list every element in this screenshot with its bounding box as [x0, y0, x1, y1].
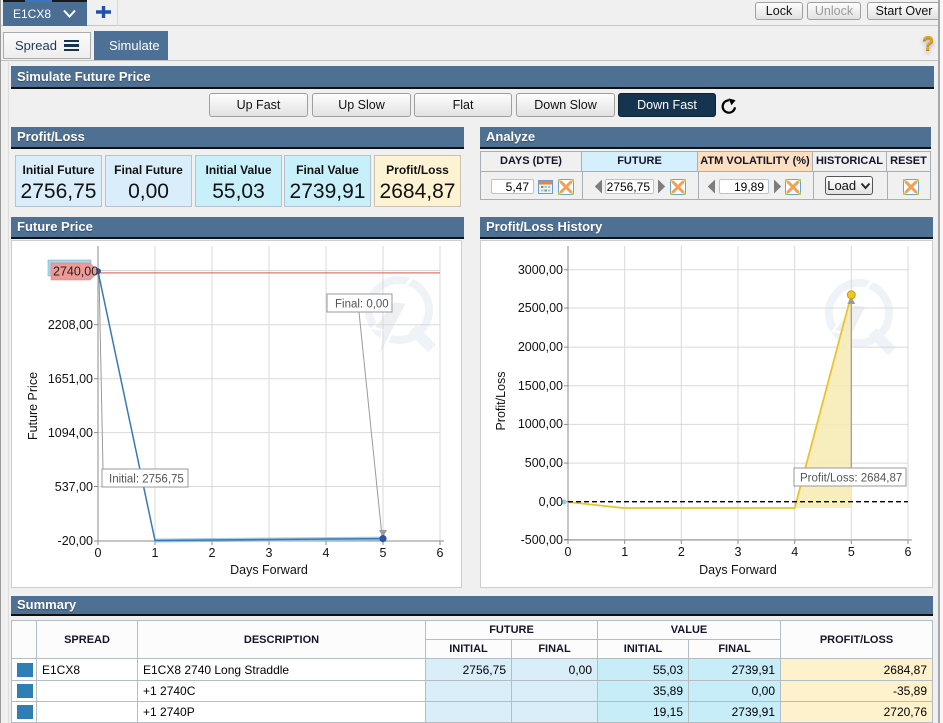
svg-text:1000,00: 1000,00 [518, 417, 563, 431]
svg-text:500,00: 500,00 [525, 456, 563, 470]
svg-text:Profit/Loss: Profit/Loss [494, 371, 508, 430]
svg-text:2208,00: 2208,00 [48, 318, 93, 332]
svg-text:2000,00: 2000,00 [518, 340, 563, 354]
svg-text:5: 5 [380, 546, 387, 560]
svg-text:Final: 0,00: Final: 0,00 [335, 299, 389, 311]
svg-text:3000,00: 3000,00 [518, 263, 563, 277]
svg-text:Profit/Loss: 2684,87: Profit/Loss: 2684,87 [800, 473, 902, 485]
svg-text:2740,00: 2740,00 [53, 265, 98, 279]
svg-text:2500,00: 2500,00 [518, 301, 563, 315]
svg-text:3: 3 [735, 545, 742, 559]
svg-text:-500,00: -500,00 [521, 533, 563, 547]
svg-text:0: 0 [95, 546, 102, 560]
svg-text:0: 0 [565, 545, 572, 559]
svg-text:537,00: 537,00 [55, 480, 93, 494]
svg-text:1500,00: 1500,00 [518, 379, 563, 393]
svg-text:Days Forward: Days Forward [699, 563, 777, 577]
svg-text:4: 4 [323, 546, 330, 560]
svg-text:5: 5 [848, 545, 855, 559]
svg-text:Days Forward: Days Forward [230, 563, 308, 577]
svg-text:-20,00: -20,00 [58, 534, 93, 548]
svg-text:6: 6 [905, 545, 912, 559]
svg-text:2: 2 [678, 545, 685, 559]
svg-text:1094,00: 1094,00 [48, 426, 93, 440]
svg-text:1: 1 [621, 545, 628, 559]
svg-text:Initial: 2756,75: Initial: 2756,75 [109, 474, 184, 486]
svg-text:3: 3 [266, 546, 273, 560]
svg-text:1651,00: 1651,00 [48, 372, 93, 386]
svg-text:2: 2 [209, 546, 216, 560]
svg-text:4: 4 [791, 545, 798, 559]
svg-text:0,00: 0,00 [539, 495, 563, 509]
svg-text:6: 6 [437, 546, 444, 560]
svg-text:1: 1 [152, 546, 159, 560]
svg-text:Future Price: Future Price [26, 372, 40, 440]
